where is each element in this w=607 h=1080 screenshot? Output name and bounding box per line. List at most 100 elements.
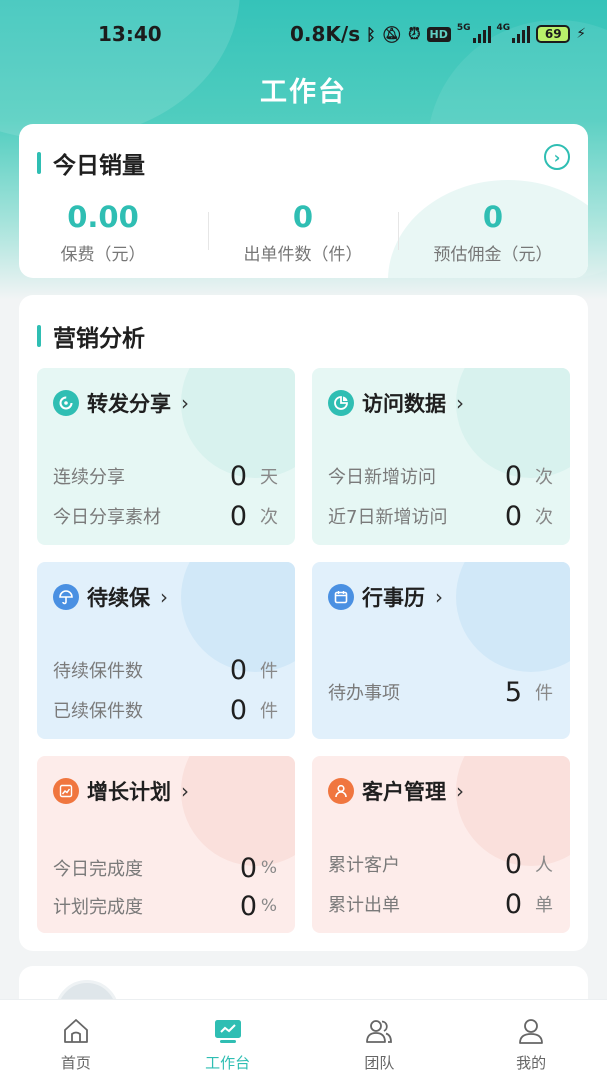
chevron-right-icon: › xyxy=(160,585,168,609)
tile-header: 增长计划 › xyxy=(53,776,189,806)
tile-title: 转发分享 xyxy=(87,392,171,416)
row-value: 0 xyxy=(504,888,522,920)
chevron-right-icon: › xyxy=(456,391,464,415)
mute-bell-icon: 🔕︎ xyxy=(381,24,403,44)
today-sales-title: 今日销量 xyxy=(37,146,145,180)
network-speed: 0.8K/s xyxy=(290,22,361,46)
hd-icon: HD xyxy=(426,26,451,42)
tab-team[interactable]: 团队 xyxy=(304,1000,456,1080)
row-unit: 件 xyxy=(535,683,553,704)
umbrella-icon xyxy=(53,584,79,610)
row-value: 0 xyxy=(229,460,247,492)
tile-row: 近7日新增访问 0 次 xyxy=(328,500,554,532)
team-icon xyxy=(366,1020,393,1043)
tile-calendar[interactable]: 行事历 › 待办事项 5 件 xyxy=(312,562,570,739)
row-value: 0 xyxy=(504,848,522,880)
tile-title: 访问数据 xyxy=(362,392,446,416)
tile-share[interactable]: 转发分享 › 连续分享 0 天 今日分享素材 0 次 xyxy=(37,368,295,545)
chevron-right-icon: › xyxy=(456,779,464,803)
stat-label: 保费（元） xyxy=(60,245,146,265)
row-label: 累计出单 xyxy=(328,895,400,916)
stat-value: 0 xyxy=(482,200,504,234)
tab-profile[interactable]: 我的 xyxy=(455,1000,607,1080)
row-label: 今日完成度 xyxy=(53,859,143,880)
row-unit: 次 xyxy=(535,507,553,528)
section-title-text: 今日销量 xyxy=(53,153,145,179)
tab-label: 首页 xyxy=(60,1054,91,1072)
stat-label: 出单件数（件） xyxy=(243,245,363,265)
tile-row: 今日新增访问 0 次 xyxy=(328,460,554,492)
row-value: 0 xyxy=(229,694,247,726)
tile-title: 客户管理 xyxy=(362,780,446,804)
tile-row: 待办事项 5 件 xyxy=(328,677,554,708)
tile-header: 访问数据 › xyxy=(328,388,464,418)
calendar-icon xyxy=(328,584,354,610)
row-label: 待办事项 xyxy=(328,683,400,704)
tile-row: 累计出单 0 单 xyxy=(328,888,554,920)
profile-icon xyxy=(519,1019,544,1044)
chevron-right-icon: › xyxy=(181,779,189,803)
marketing-analysis-card: 营销分析 转发分享 › 连续分享 0 天 今日分享素材 0 次 访问数据 › 今… xyxy=(19,295,588,951)
page-title: 工作台 xyxy=(260,77,347,108)
row-value: 0 xyxy=(239,852,257,884)
tile-header: 行事历 › xyxy=(328,582,443,612)
chevron-right-circle-icon[interactable]: › xyxy=(544,144,570,170)
stat-commission[interactable]: 0 预估佣金（元） xyxy=(398,200,588,265)
title-accent-bar xyxy=(37,325,41,347)
row-label: 已续保件数 xyxy=(53,701,143,722)
row-unit: 件 xyxy=(260,661,278,682)
signal-icon xyxy=(472,25,491,43)
tab-home[interactable]: 首页 xyxy=(0,1000,152,1080)
tile-customer-management[interactable]: 客户管理 › 累计客户 0 人 累计出单 0 单 xyxy=(312,756,570,933)
network-tag: 5G xyxy=(456,23,471,33)
tile-row: 今日分享素材 0 次 xyxy=(53,501,279,532)
chevron-right-icon: › xyxy=(181,391,189,415)
row-unit: 单 xyxy=(535,895,553,916)
tile-visit-data[interactable]: 访问数据 › 今日新增访问 0 次 近7日新增访问 0 次 xyxy=(312,368,570,545)
stat-label: 预估佣金（元） xyxy=(433,245,553,265)
tile-header: 客户管理 › xyxy=(328,776,464,806)
tile-header: 待续保 › xyxy=(53,582,168,612)
row-unit: 天 xyxy=(260,467,278,488)
tile-title: 增长计划 xyxy=(87,780,171,804)
trend-icon xyxy=(53,778,79,804)
share-icon xyxy=(53,390,79,416)
tab-label: 工作台 xyxy=(205,1054,251,1072)
tile-decoration xyxy=(181,756,295,866)
stat-premium[interactable]: 0.00 保费（元） xyxy=(19,200,198,265)
home-icon xyxy=(63,1019,88,1043)
charging-icon: ⚡︎ xyxy=(576,26,587,42)
section-title-text: 营销分析 xyxy=(53,326,145,352)
row-label: 近7日新增访问 xyxy=(328,507,448,528)
row-unit: 件 xyxy=(260,701,278,722)
stat-policy-count[interactable]: 0 出单件数（件） xyxy=(208,200,398,265)
row-unit: % xyxy=(260,858,278,878)
network-tag: 4G xyxy=(496,23,511,33)
signal-icon xyxy=(512,25,531,43)
row-unit: % xyxy=(260,896,278,916)
battery-icon: 69 xyxy=(536,25,571,43)
bottom-tab-bar: 首页 工作台 团队 我的 xyxy=(0,1000,607,1080)
tile-row: 今日完成度 0 % xyxy=(53,852,279,884)
workbench-icon xyxy=(214,1020,241,1043)
row-label: 计划完成度 xyxy=(53,897,143,918)
tile-title: 待续保 xyxy=(87,586,150,610)
status-icons: 0.8K/s ᛒ 🔕︎ ⏰︎ HD 5G 4G 69 ⚡︎ xyxy=(290,22,586,46)
status-time: 13:40 xyxy=(98,22,162,46)
tile-pending-renewal[interactable]: 待续保 › 待续保件数 0 件 已续保件数 0 件 xyxy=(37,562,295,739)
bluetooth-icon: ᛒ xyxy=(366,24,376,44)
row-value: 0 xyxy=(504,500,522,532)
alarm-icon: ⏰︎ xyxy=(408,24,421,43)
tile-row: 已续保件数 0 件 xyxy=(53,694,279,726)
tile-title: 行事历 xyxy=(362,586,425,610)
row-unit: 次 xyxy=(260,507,278,528)
tile-growth-plan[interactable]: 增长计划 › 今日完成度 0 % 计划完成度 0 % xyxy=(37,756,295,933)
tab-workbench[interactable]: 工作台 xyxy=(152,1000,304,1080)
row-label: 待续保件数 xyxy=(53,661,143,682)
user-icon xyxy=(328,778,354,804)
tile-header: 转发分享 › xyxy=(53,388,189,418)
row-label: 累计客户 xyxy=(328,855,400,876)
row-value: 0 xyxy=(504,460,522,492)
stat-value: 0.00 xyxy=(67,200,139,234)
tab-label: 团队 xyxy=(364,1054,395,1072)
